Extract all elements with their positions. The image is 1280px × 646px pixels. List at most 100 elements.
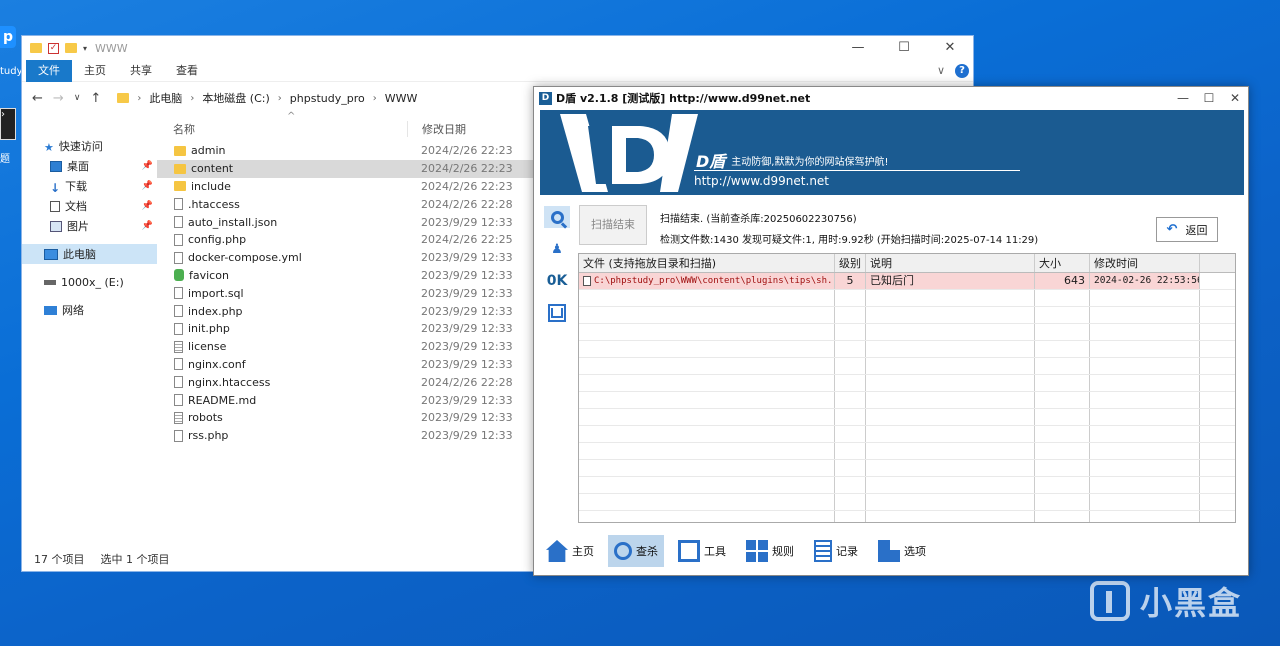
forward-button[interactable]: →: [53, 91, 64, 106]
banner-slogan: D盾 主动防御,默默为你的网站保驾护航!: [696, 148, 888, 172]
chevron-down-icon[interactable]: ∨: [937, 64, 945, 77]
file-date: 2023/9/29 12:33: [421, 429, 513, 443]
file-icon: [583, 275, 591, 286]
file-icon: [174, 429, 183, 442]
empty-cell: [1090, 426, 1200, 442]
close-button[interactable]: ✕: [927, 36, 973, 60]
scan-status-button[interactable]: 扫描结束: [579, 205, 647, 245]
cell-mtime: 2024-02-26 22:53:56: [1090, 273, 1200, 289]
sidebar-item-documents[interactable]: 文档 📌: [22, 196, 157, 216]
breadcrumb-item[interactable]: WWW: [385, 92, 418, 105]
new-folder-icon[interactable]: [65, 43, 77, 53]
item-count: 17 个项目: [34, 553, 85, 566]
sidebar-item-network[interactable]: 网络: [22, 300, 157, 320]
column-header-file[interactable]: 文件 (支持拖放目录和扫描): [579, 254, 835, 272]
window-title: WWW: [95, 41, 128, 55]
maximize-button[interactable]: ☐: [881, 36, 927, 60]
sidebar-item-pictures[interactable]: 图片 📌: [22, 216, 157, 236]
empty-row: [579, 341, 1235, 358]
file-date: 2024/2/26 22:28: [421, 375, 513, 389]
empty-cell: [866, 307, 1035, 323]
breadcrumb-item[interactable]: 本地磁盘 (C:): [202, 90, 269, 106]
dshield-titlebar: D D盾 v2.1.8 [测试版] http://www.d99net.net …: [534, 87, 1248, 109]
watermark-text: 小黑盒: [1139, 584, 1242, 622]
empty-cell: [835, 307, 866, 323]
sidebar-item-quick-access[interactable]: ★ 快速访问: [22, 136, 157, 156]
up-button[interactable]: ↑: [90, 91, 101, 106]
nav-options[interactable]: 选项: [872, 535, 932, 567]
column-header-mtime[interactable]: 修改时间: [1090, 254, 1200, 272]
user-icon: ♟: [551, 241, 563, 257]
empty-cell: [579, 494, 835, 510]
tab-home[interactable]: 主页: [72, 60, 118, 82]
breadcrumb-separator: ›: [137, 92, 142, 104]
minimize-button[interactable]: —: [1170, 87, 1196, 109]
file-name: auto_install.json: [188, 215, 278, 229]
scan-info-line-1: 扫描结束. (当前查杀库:20250602230756): [660, 214, 857, 225]
navigation-pane: ★ 快速访问 桌面 📌 ↓ 下载 📌 文档 📌 图片 📌 此电脑 1000x_ …: [22, 116, 157, 571]
empty-cell: [835, 341, 866, 357]
properties-icon[interactable]: ✓: [48, 42, 59, 54]
breadcrumb[interactable]: › 此电脑 › 本地磁盘 (C:) › phpstudy_pro › WWW: [117, 90, 417, 106]
empty-cell: [579, 460, 835, 476]
column-header-size[interactable]: 大小: [1035, 254, 1090, 272]
recent-locations-button[interactable]: ∨: [74, 93, 81, 103]
empty-cell: [866, 409, 1035, 425]
column-header-desc[interactable]: 说明: [866, 254, 1035, 272]
column-header-name[interactable]: 名称: [157, 111, 407, 137]
nav-rules[interactable]: 规则: [740, 535, 800, 567]
scan-side-button[interactable]: [544, 206, 570, 228]
nav-tools[interactable]: 工具: [672, 535, 732, 567]
empty-cell: [579, 358, 835, 374]
nav-home[interactable]: 主页: [540, 535, 600, 567]
file-name: include: [191, 179, 231, 193]
file-name-cell: nginx.conf: [157, 358, 407, 371]
nav-scan[interactable]: 查杀: [608, 535, 664, 567]
save-side-button[interactable]: [544, 302, 570, 324]
user-side-button[interactable]: ♟: [544, 238, 570, 260]
nav-label: 选项: [904, 545, 926, 558]
file-name-cell: docker-compose.yml: [157, 251, 407, 264]
status-bar: 17 个项目 选中 1 个项目: [34, 551, 170, 567]
close-button[interactable]: ✕: [1222, 87, 1248, 109]
nav-label: 记录: [836, 545, 858, 558]
breadcrumb-item[interactable]: 此电脑: [149, 90, 182, 106]
file-date: 2023/9/29 12:33: [421, 411, 513, 425]
sidebar-item-desktop[interactable]: 桌面 📌: [22, 156, 157, 176]
sidebar-item-downloads[interactable]: ↓ 下载 📌: [22, 176, 157, 196]
file-name-cell: robots: [157, 411, 407, 424]
banner-url[interactable]: http://www.d99net.net: [694, 174, 829, 188]
sidebar-item-drive-e[interactable]: 1000x_ (E:): [22, 272, 157, 292]
empty-cell: [1035, 290, 1090, 306]
column-header-level[interactable]: 级别: [835, 254, 866, 272]
column-header-date[interactable]: 修改日期: [407, 121, 466, 137]
empty-cell: [835, 358, 866, 374]
table-row[interactable]: C:\phpstudy_pro\WWW\content\plugins\tips…: [579, 273, 1235, 290]
empty-cell: [579, 341, 835, 357]
empty-cell: [866, 426, 1035, 442]
empty-row: [579, 375, 1235, 392]
pin-icon: 📌: [141, 201, 153, 211]
file-name: index.php: [188, 304, 243, 318]
tab-file[interactable]: 文件: [26, 59, 72, 82]
minimize-button[interactable]: —: [835, 36, 881, 60]
sidebar-item-this-pc[interactable]: 此电脑: [22, 244, 157, 264]
table-body: C:\phpstudy_pro\WWW\content\plugins\tips…: [579, 273, 1235, 522]
desktop-shortcut-terminal[interactable]: ›: [0, 108, 16, 140]
empty-cell: [835, 409, 866, 425]
maximize-button[interactable]: ☐: [1196, 87, 1222, 109]
nav-log[interactable]: 记录: [808, 535, 864, 567]
breadcrumb-item[interactable]: phpstudy_pro: [290, 92, 365, 105]
help-icon[interactable]: ?: [955, 63, 969, 78]
tab-share[interactable]: 共享: [118, 60, 164, 82]
return-button[interactable]: ↶ 返回: [1156, 217, 1218, 242]
qa-dropdown-icon[interactable]: ▾: [83, 44, 87, 53]
tab-view[interactable]: 查看: [164, 60, 210, 82]
file-date: 2023/9/29 12:33: [421, 340, 513, 354]
pin-icon: 📌: [141, 181, 153, 191]
back-button[interactable]: ←: [32, 91, 43, 106]
pin-icon: 📌: [141, 221, 153, 231]
desktop-shortcut-phpstudy[interactable]: p: [0, 26, 16, 48]
ok-side-button[interactable]: 0K: [544, 270, 570, 292]
desktop-icon: [50, 160, 62, 172]
